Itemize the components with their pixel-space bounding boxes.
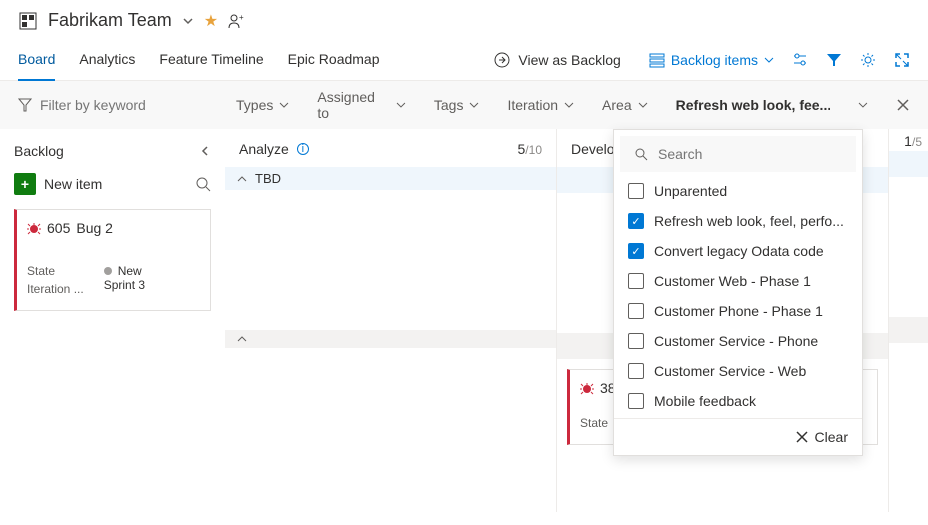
- team-name[interactable]: Fabrikam Team: [48, 10, 172, 31]
- bug-icon: [580, 381, 594, 395]
- chevron-down-icon: [564, 100, 574, 110]
- chevron-down-icon: [764, 55, 774, 65]
- new-item-label: New item: [44, 176, 102, 192]
- checkbox-checked-icon: ✓: [628, 243, 644, 259]
- checkbox-icon: [628, 333, 644, 349]
- third-limit: 5: [915, 135, 922, 149]
- info-icon[interactable]: i: [297, 143, 309, 155]
- swimlane-collapsed[interactable]: [225, 330, 556, 348]
- chevron-down-icon[interactable]: [858, 100, 868, 110]
- bug-icon: [27, 221, 41, 235]
- chevron-down-icon: [638, 100, 648, 110]
- filter-icon: [18, 98, 32, 112]
- new-item-button[interactable]: + New item: [14, 173, 102, 195]
- view-as-backlog-label: View as Backlog: [518, 52, 620, 68]
- chevron-down-icon: [396, 100, 406, 110]
- collapse-sidebar-icon[interactable]: [199, 145, 211, 157]
- popover-option[interactable]: Customer Service - Web: [614, 356, 862, 386]
- favorite-star-icon[interactable]: ★: [204, 11, 218, 31]
- tab-feature-timeline[interactable]: Feature Timeline: [159, 39, 263, 81]
- team-project-icon: [18, 11, 38, 31]
- chevron-down-icon: [469, 100, 479, 110]
- backlog-title: Backlog: [14, 143, 64, 159]
- iteration-value: Sprint 3: [104, 278, 145, 292]
- state-label: State: [580, 416, 608, 430]
- popover-option-list: Unparented ✓Refresh web look, feel, perf…: [614, 174, 862, 418]
- close-icon: [795, 430, 809, 444]
- tab-board[interactable]: Board: [18, 39, 55, 81]
- analyze-limit: 10: [529, 143, 542, 157]
- search-icon: [634, 147, 648, 161]
- tab-epic-roadmap[interactable]: Epic Roadmap: [288, 39, 380, 81]
- chevron-up-icon: [237, 174, 247, 184]
- popover-search-input[interactable]: [658, 146, 842, 162]
- feature-filter-popover: Unparented ✓Refresh web look, feel, perf…: [613, 129, 863, 456]
- chevron-down-icon: [279, 100, 289, 110]
- checkbox-icon: [628, 363, 644, 379]
- tab-analytics[interactable]: Analytics: [79, 39, 135, 81]
- checkbox-icon: [628, 273, 644, 289]
- iteration-label: Iteration ...: [27, 282, 84, 296]
- third-count: 1: [904, 133, 912, 149]
- popover-option[interactable]: Unparented: [614, 176, 862, 206]
- filter-iteration[interactable]: Iteration: [507, 97, 574, 113]
- filter-tags[interactable]: Tags: [434, 97, 480, 113]
- backlog-items-dropdown[interactable]: Backlog items: [649, 52, 774, 68]
- column-analyze-title: Analyze: [239, 141, 289, 157]
- arrow-right-circle-icon: [494, 52, 510, 68]
- state-dot-icon: [104, 267, 112, 275]
- swimlane-label: TBD: [255, 171, 281, 186]
- filter-assigned-to[interactable]: Assigned to: [317, 89, 406, 121]
- checkbox-icon: [628, 303, 644, 319]
- popover-clear-button[interactable]: Clear: [614, 418, 862, 455]
- chevron-up-icon: [237, 334, 247, 344]
- card-title: Bug 2: [76, 220, 113, 236]
- settings-sliders-icon[interactable]: [792, 52, 808, 68]
- gear-icon[interactable]: [860, 52, 876, 68]
- filter-keyword-input[interactable]: [40, 97, 180, 113]
- popover-option[interactable]: Customer Phone - Phase 1: [614, 296, 862, 326]
- popover-option[interactable]: Customer Web - Phase 1: [614, 266, 862, 296]
- backlog-card[interactable]: 605 Bug 2 State Iteration ... New Sprint…: [14, 209, 211, 311]
- search-icon[interactable]: [195, 176, 211, 192]
- backlog-list-icon: [649, 52, 665, 68]
- state-value: New: [118, 264, 142, 278]
- card-id: 605: [47, 220, 70, 236]
- fullscreen-icon[interactable]: [894, 52, 910, 68]
- team-chevron-icon[interactable]: [182, 15, 194, 27]
- close-filter-icon[interactable]: [896, 98, 910, 112]
- svg-text:+: +: [239, 13, 244, 22]
- view-as-backlog-button[interactable]: View as Backlog: [494, 52, 620, 68]
- state-label: State: [27, 264, 84, 278]
- popover-clear-label: Clear: [815, 429, 848, 445]
- filter-parent-feature[interactable]: Refresh web look, fee...: [676, 97, 830, 113]
- filter-area[interactable]: Area: [602, 97, 648, 113]
- swimlane-tbd[interactable]: TBD: [225, 167, 556, 190]
- checkbox-checked-icon: ✓: [628, 213, 644, 229]
- team-members-icon[interactable]: +: [228, 12, 246, 30]
- popover-option[interactable]: ✓Refresh web look, feel, perfo...: [614, 206, 862, 236]
- popover-option[interactable]: Mobile feedback: [614, 386, 862, 416]
- checkbox-icon: [628, 183, 644, 199]
- filter-types[interactable]: Types: [236, 97, 289, 113]
- plus-icon: +: [14, 173, 36, 195]
- popover-option[interactable]: Customer Service - Phone: [614, 326, 862, 356]
- filter-funnel-icon[interactable]: [826, 52, 842, 68]
- popover-option[interactable]: ✓Convert legacy Odata code: [614, 236, 862, 266]
- backlog-items-label: Backlog items: [671, 52, 758, 68]
- checkbox-icon: [628, 393, 644, 409]
